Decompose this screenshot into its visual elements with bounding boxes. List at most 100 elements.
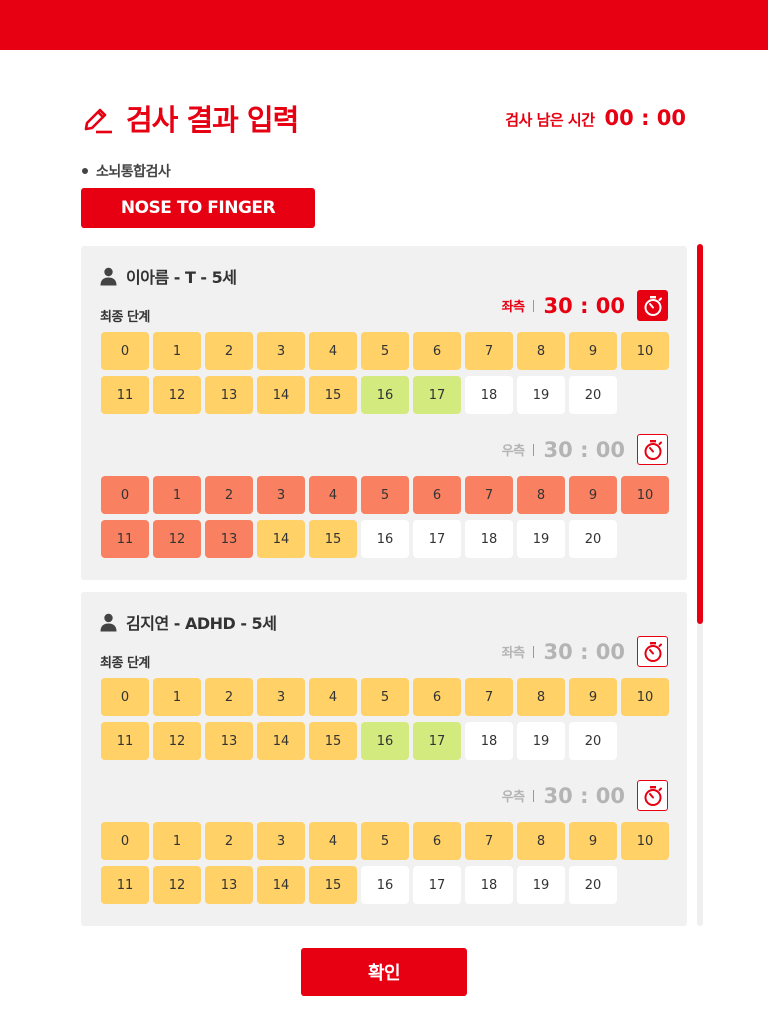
stage-cell[interactable]: 8 — [517, 678, 565, 716]
right-timer: 우측 30 : 00 — [502, 780, 668, 811]
stage-cell[interactable]: 7 — [465, 476, 513, 514]
stage-cell[interactable]: 7 — [465, 332, 513, 370]
stage-cell[interactable]: 3 — [257, 822, 305, 860]
stage-cell[interactable]: 4 — [309, 476, 357, 514]
stage-cell[interactable]: 12 — [153, 520, 201, 558]
stage-cell[interactable]: 17 — [413, 722, 461, 760]
scrollbar[interactable] — [697, 244, 703, 926]
stage-cell[interactable]: 10 — [621, 332, 669, 370]
stage-cell[interactable]: 18 — [465, 376, 513, 414]
stopwatch-button[interactable] — [637, 780, 668, 811]
side-label: 좌측 — [501, 646, 525, 661]
stage-cell[interactable]: 11 — [101, 866, 149, 904]
stage-cell[interactable]: 11 — [101, 520, 149, 558]
patient-name: 김지연 - ADHD - 5세 — [126, 614, 277, 633]
stage-cell[interactable]: 1 — [153, 332, 201, 370]
stage-cell[interactable]: 9 — [569, 332, 617, 370]
stage-cell[interactable]: 19 — [517, 866, 565, 904]
stage-cell[interactable]: 1 — [153, 678, 201, 716]
stage-cell[interactable]: 0 — [101, 678, 149, 716]
stage-grid: 0 1 2 3 4 5 6 7 8 9 10 11 12 13 14 15 16 17 18 19 20 — [101, 822, 671, 904]
stage-cell[interactable]: 12 — [153, 866, 201, 904]
stage-cell[interactable]: 7 — [465, 678, 513, 716]
stage-cell[interactable]: 10 — [621, 678, 669, 716]
stopwatch-button[interactable] — [637, 290, 668, 321]
right-timer: 우측 30 : 00 — [502, 434, 668, 465]
stage-cell[interactable]: 16 — [361, 722, 409, 760]
stage-cell[interactable]: 13 — [205, 520, 253, 558]
stage-cell[interactable]: 16 — [361, 520, 409, 558]
stage-cell[interactable]: 9 — [569, 678, 617, 716]
stage-cell[interactable]: 8 — [517, 476, 565, 514]
stopwatch-button[interactable] — [637, 636, 668, 667]
stage-cell[interactable]: 5 — [361, 678, 409, 716]
stage-cell[interactable]: 13 — [205, 376, 253, 414]
left-timer: 좌측 30 : 00 — [502, 290, 668, 321]
stage-cell[interactable]: 14 — [257, 866, 305, 904]
stage-cell[interactable]: 3 — [257, 678, 305, 716]
stage-cell[interactable]: 17 — [413, 376, 461, 414]
stage-cell[interactable]: 10 — [621, 822, 669, 860]
stage-cell[interactable]: 16 — [361, 866, 409, 904]
stage-cell[interactable]: 0 — [101, 476, 149, 514]
stage-cell[interactable]: 9 — [569, 476, 617, 514]
stage-cell[interactable]: 4 — [309, 822, 357, 860]
stage-cell[interactable]: 5 — [361, 822, 409, 860]
stage-cell[interactable]: 8 — [517, 332, 565, 370]
stopwatch-icon — [644, 295, 662, 316]
stage-cell[interactable]: 15 — [309, 376, 357, 414]
stage-cell[interactable]: 12 — [153, 722, 201, 760]
stage-cell[interactable]: 4 — [309, 678, 357, 716]
stage-cell[interactable]: 15 — [309, 520, 357, 558]
stage-cell[interactable]: 6 — [413, 678, 461, 716]
stage-cell[interactable]: 0 — [101, 822, 149, 860]
stage-cell[interactable]: 14 — [257, 722, 305, 760]
stage-cell[interactable]: 8 — [517, 822, 565, 860]
confirm-button[interactable]: 확인 — [301, 948, 467, 996]
stage-cell[interactable]: 3 — [257, 332, 305, 370]
stage-cell[interactable]: 18 — [465, 722, 513, 760]
stage-cell[interactable]: 1 — [153, 822, 201, 860]
stage-cell[interactable]: 16 — [361, 376, 409, 414]
stage-cell[interactable]: 2 — [205, 332, 253, 370]
stage-cell[interactable]: 6 — [413, 822, 461, 860]
stage-cell[interactable]: 18 — [465, 520, 513, 558]
stage-cell[interactable]: 2 — [205, 678, 253, 716]
stage-cell[interactable]: 5 — [361, 332, 409, 370]
divider — [532, 299, 534, 312]
scrollbar-thumb[interactable] — [697, 244, 703, 624]
stage-cell[interactable]: 18 — [465, 866, 513, 904]
stage-cell[interactable]: 3 — [257, 476, 305, 514]
stage-cell[interactable]: 17 — [413, 520, 461, 558]
stage-cell[interactable]: 13 — [205, 866, 253, 904]
stage-cell[interactable]: 17 — [413, 866, 461, 904]
stage-cell[interactable]: 14 — [257, 520, 305, 558]
stage-cell[interactable]: 20 — [569, 722, 617, 760]
stage-cell[interactable]: 19 — [517, 376, 565, 414]
stage-cell[interactable]: 20 — [569, 520, 617, 558]
stage-cell[interactable]: 11 — [101, 722, 149, 760]
stage-cell[interactable]: 1 — [153, 476, 201, 514]
stage-cell[interactable]: 2 — [205, 822, 253, 860]
stage-cell[interactable]: 13 — [205, 722, 253, 760]
stage-cell[interactable]: 11 — [101, 376, 149, 414]
stage-cell[interactable]: 20 — [569, 376, 617, 414]
stage-cell[interactable]: 9 — [569, 822, 617, 860]
stage-cell[interactable]: 14 — [257, 376, 305, 414]
stage-cell[interactable]: 6 — [413, 332, 461, 370]
stage-cell[interactable]: 2 — [205, 476, 253, 514]
stage-cell[interactable]: 19 — [517, 722, 565, 760]
stage-cell[interactable]: 5 — [361, 476, 409, 514]
stage-cell[interactable]: 15 — [309, 866, 357, 904]
stage-cell[interactable]: 10 — [621, 476, 669, 514]
stage-cell[interactable]: 4 — [309, 332, 357, 370]
stage-cell[interactable]: 20 — [569, 866, 617, 904]
stage-cell[interactable]: 19 — [517, 520, 565, 558]
stage-cell[interactable]: 6 — [413, 476, 461, 514]
stage-cell[interactable]: 0 — [101, 332, 149, 370]
stage-cell[interactable]: 7 — [465, 822, 513, 860]
stage-cell[interactable]: 12 — [153, 376, 201, 414]
side-label: 우측 — [501, 790, 525, 805]
stage-cell[interactable]: 15 — [309, 722, 357, 760]
stopwatch-button[interactable] — [637, 434, 668, 465]
